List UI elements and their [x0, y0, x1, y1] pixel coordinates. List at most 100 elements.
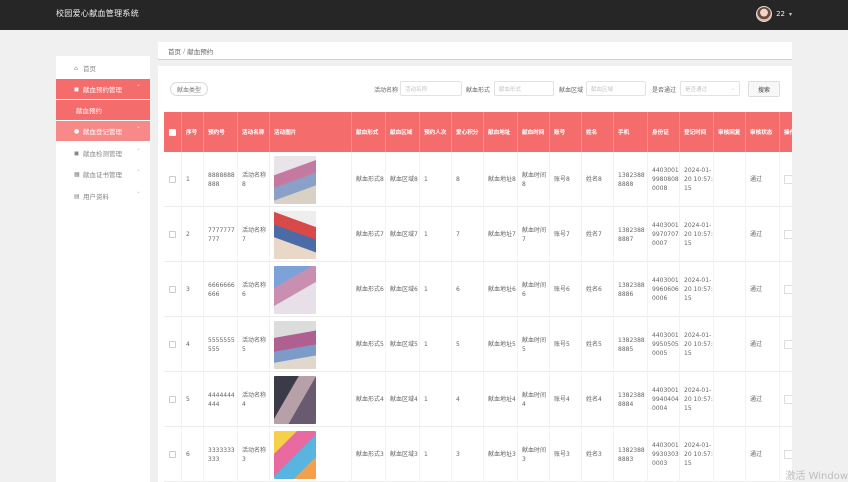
- cell-reg-time: 2024-01-20 10:57:15: [680, 152, 714, 207]
- search-button[interactable]: 搜索: [748, 81, 780, 97]
- cell-actions: [780, 372, 792, 427]
- sidebar-item-booking[interactable]: 献血预约: [56, 100, 150, 120]
- sidebar-item-home[interactable]: ⌂ 首页: [56, 58, 150, 78]
- row-checkbox[interactable]: [169, 176, 176, 183]
- cell-booking-no: 4444444444: [204, 372, 238, 427]
- select-all-checkbox[interactable]: [169, 128, 176, 136]
- form-input[interactable]: 献血形式: [494, 81, 554, 96]
- cell-booking-no: 8888888888: [204, 152, 238, 207]
- pass-select-value: 是否通过: [685, 86, 708, 93]
- cell-area: 献血区域8: [386, 152, 420, 207]
- row-checkbox-cell: [164, 372, 182, 427]
- cell-area: 献血区域4: [386, 372, 420, 427]
- pass-select[interactable]: 是否通过 ⌄: [680, 81, 740, 96]
- sidebar-item-certificate[interactable]: ▦ 献血证书管理 ˇ: [56, 164, 150, 184]
- activity-image: [274, 265, 316, 314]
- chevron-down-icon[interactable]: ▾: [789, 11, 792, 18]
- row-checkbox[interactable]: [169, 231, 176, 238]
- action-button[interactable]: [784, 230, 792, 239]
- cell-form: 献血形式6: [352, 262, 386, 317]
- row-checkbox-cell: [164, 317, 182, 372]
- cell-count: 1: [420, 207, 452, 262]
- breadcrumb-home[interactable]: 首页: [168, 46, 181, 56]
- sidebar-item-registration[interactable]: ● 献血登记管理 ˇ: [56, 121, 150, 141]
- activity-image: [274, 430, 316, 479]
- cell-booking-no: 5555555555: [204, 317, 238, 372]
- cell-area: 献血区域5: [386, 317, 420, 372]
- sidebar-item-profile[interactable]: ▤ 用户资料 ˇ: [56, 186, 150, 206]
- blood-type-button[interactable]: 献血类型: [170, 82, 209, 96]
- cell-name: 姓名7: [582, 207, 614, 262]
- cell-area: 献血区域6: [386, 262, 420, 317]
- cell-points: 8: [452, 152, 484, 207]
- user-menu[interactable]: 22 ▾: [756, 6, 792, 22]
- cell-index: 3: [182, 262, 204, 317]
- table-row[interactable]: 3 6666666666 活动名称6 献血形式6 献血区域6 1 6 献血地址6 献血时间6 账号…: [164, 262, 792, 317]
- header-account: 账号: [550, 112, 582, 152]
- cell-form: 献血形式8: [352, 152, 386, 207]
- location-icon: ●: [74, 127, 80, 135]
- row-checkbox[interactable]: [169, 396, 176, 403]
- cell-reply: [714, 207, 746, 262]
- cell-reply: [714, 317, 746, 372]
- cell-name: 姓名4: [582, 372, 614, 427]
- cell-address: 献血地址4: [484, 372, 518, 427]
- cell-activity: 活动名称5: [238, 317, 270, 372]
- breadcrumb-current: 献血预约: [187, 47, 214, 56]
- cell-index: 6: [182, 427, 204, 482]
- action-button[interactable]: [784, 450, 792, 459]
- cell-phone: 13823888884: [614, 372, 648, 427]
- header-address: 献血地址: [484, 112, 518, 152]
- cell-phone: 13823888886: [614, 262, 648, 317]
- cell-area: 献血区域3: [386, 427, 420, 482]
- chevron-up-icon: ˆ: [137, 85, 140, 92]
- action-button[interactable]: [784, 340, 792, 349]
- os-watermark: 激活 Window: [785, 471, 848, 482]
- avatar[interactable]: [756, 6, 773, 22]
- cell-index: 4: [182, 317, 204, 372]
- table-row[interactable]: 5 4444444444 活动名称4 献血形式4 献血区域4 1 4 献血地址4 献血时间4 账号…: [164, 372, 792, 427]
- action-button[interactable]: [784, 285, 792, 294]
- table-row[interactable]: 4 5555555555 活动名称5 献血形式5 献血区域5 1 5 献血地址5 献血时间5 账号…: [164, 317, 792, 372]
- cell-status: 通过: [746, 427, 780, 482]
- sidebar-item-booking-management[interactable]: ◼ 献血预约管理 ˆ: [56, 79, 150, 99]
- certificate-icon: ▦: [74, 170, 80, 178]
- cell-status: 通过: [746, 207, 780, 262]
- table-row[interactable]: 6 3333333333 活动名称3 献血形式3 献血区域3 1 3 献血地址3 献血时间3 账号…: [164, 427, 792, 482]
- cell-booking-no: 7777777777: [204, 207, 238, 262]
- top-bar: 校园爱心献血管理系统 22 ▾: [0, 0, 848, 30]
- row-checkbox[interactable]: [169, 286, 176, 293]
- cell-status: 通过: [746, 262, 780, 317]
- username[interactable]: 22: [776, 10, 785, 18]
- table-row[interactable]: 1 8888888888 活动名称8 献血形式8 献血区域8 1 8 献血地址8 献血时间8 账号…: [164, 152, 792, 207]
- header-checkbox-cell[interactable]: [164, 112, 182, 152]
- header-count: 预约人次: [420, 112, 452, 152]
- cell-count: 1: [420, 152, 452, 207]
- action-button[interactable]: [784, 395, 792, 404]
- cell-count: 1: [420, 372, 452, 427]
- row-checkbox[interactable]: [169, 451, 176, 458]
- area-input[interactable]: 献血区域: [586, 81, 646, 96]
- sidebar-item-testing[interactable]: ◼ 献血检测管理 ˇ: [56, 143, 150, 163]
- table-row[interactable]: 2 7777777777 活动名称7 献血形式7 献血区域7 1 7 献血地址7 献血时间7 账号…: [164, 207, 792, 262]
- cell-status: 通过: [746, 372, 780, 427]
- app-title: 校园爱心献血管理系统: [56, 9, 139, 18]
- cell-reply: [714, 372, 746, 427]
- cell-id-card: 440300199808080008: [648, 152, 680, 207]
- cell-account: 账号4: [550, 372, 582, 427]
- row-checkbox[interactable]: [169, 341, 176, 348]
- header-phone: 手机: [614, 112, 648, 152]
- table-header: 序号 预约号 活动名称 活动图片 献血形式 献血区域 预约人次 爱心积分 献血地…: [164, 112, 792, 152]
- cell-status: 通过: [746, 152, 780, 207]
- header-time: 献血时间: [518, 112, 550, 152]
- header-actions: 操作: [780, 112, 792, 152]
- cell-id-card: 440300199707070007: [648, 207, 680, 262]
- blood-drop-icon: ◼: [74, 85, 79, 93]
- cell-reg-time: 2024-01-20 10:57:15: [680, 427, 714, 482]
- cell-count: 1: [420, 427, 452, 482]
- cell-activity: 活动名称7: [238, 207, 270, 262]
- cell-id-card: 440300199505050005: [648, 317, 680, 372]
- action-button[interactable]: [784, 175, 792, 184]
- activity-input[interactable]: 活动名称: [400, 81, 462, 96]
- cell-form: 献血形式7: [352, 207, 386, 262]
